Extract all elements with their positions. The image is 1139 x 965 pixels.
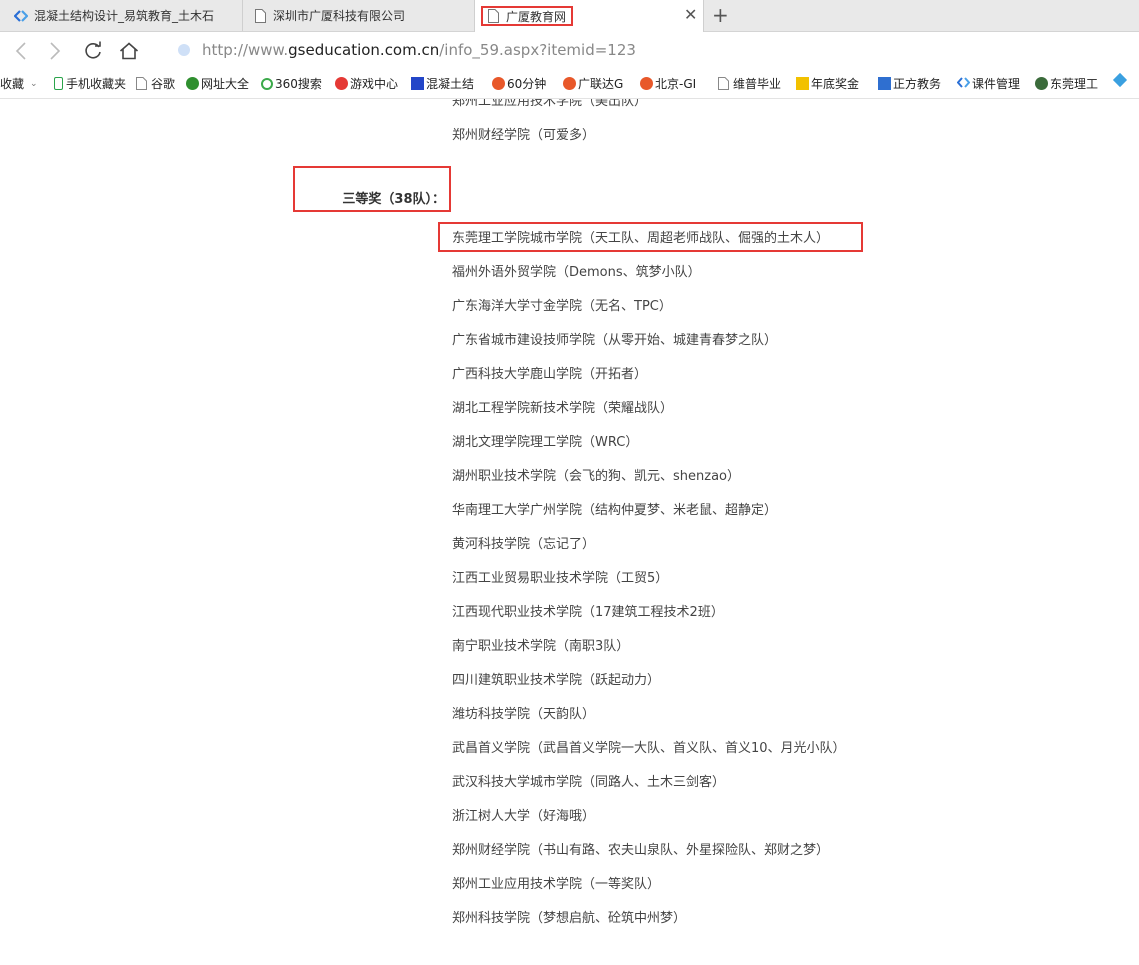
bookmark-glodon[interactable]: 广联达G (563, 75, 623, 92)
bookmark-concrete[interactable]: 混凝土结 (411, 75, 474, 92)
bookmark-favorites[interactable]: 收藏 ⌄ (0, 75, 38, 92)
flame-icon (640, 77, 653, 90)
site-info-icon[interactable] (178, 44, 190, 56)
school-seal-icon (1035, 77, 1048, 90)
flame-icon (563, 77, 576, 90)
diamond-icon (1112, 72, 1128, 88)
url-path: /info_59.aspx?itemid=123 (439, 41, 636, 59)
list-item-partial: 郑州工业应用技术学院（美出队） (452, 99, 648, 109)
list-item: 郑州财经学院（可爱多） (452, 128, 596, 143)
bookmark-dgut[interactable]: 东莞理工 (1035, 75, 1098, 92)
forward-icon[interactable] (44, 40, 66, 62)
list-item: 广东海洋大学寸金学院（无名、TPC） (452, 299, 672, 314)
page-icon (486, 9, 500, 23)
bookmark-games[interactable]: 游戏中心 (335, 75, 398, 92)
tab-title: 深圳市广厦科技有限公司 (273, 9, 406, 23)
tab-2[interactable]: 深圳市广厦科技有限公司 (242, 0, 474, 31)
list-item: 广西科技大学鹿山学院（开拓者） (452, 367, 648, 382)
bookmark-mobile[interactable]: 手机收藏夹 (54, 75, 126, 92)
chevron-logo-icon (956, 77, 971, 90)
tab-3-active[interactable]: 广厦教育网 (474, 0, 704, 32)
list-item: 郑州工业应用技术学院（一等奖队） (452, 877, 661, 892)
award-heading: 三等奖（38队）： (342, 192, 445, 207)
list-item: 江西工业贸易职业技术学院（工贸5） (452, 571, 669, 586)
page-icon (718, 77, 731, 90)
tab-title: 广厦教育网 (506, 9, 567, 24)
home-icon[interactable] (118, 40, 140, 62)
list-item: 湖州职业技术学院（会飞的狗、凯元、shenzao） (452, 469, 740, 484)
bookmark-bonus[interactable]: 年底奖金 (796, 75, 859, 92)
chevron-logo-icon (14, 9, 28, 23)
bonus-icon (796, 77, 809, 90)
list-item: 福州外语外贸学院（Demons、筑梦小队） (452, 265, 701, 280)
bookmark-courseware[interactable]: 课件管理 (956, 75, 1020, 92)
phone-icon (54, 77, 63, 90)
chevron-down-icon: ⌄ (30, 78, 38, 89)
address-bar: http://www.gseducation.com.cn/info_59.as… (0, 32, 1139, 68)
list-item: 郑州科技学院（梦想启航、砼筑中州梦） (452, 911, 687, 926)
tab-highlight-box: 广厦教育网 (481, 6, 574, 26)
tab-title: 混凝土结构设计_易筑教育_土木石 (34, 9, 215, 23)
list-item: 湖北工程学院新技术学院（荣耀战队） (452, 401, 674, 416)
bookmark-vip[interactable]: 维普毕业 (718, 75, 781, 92)
bookmark-beijing[interactable]: 北京-GI (640, 75, 696, 92)
close-tab-icon[interactable]: ✕ (684, 7, 697, 23)
bookmark-360search[interactable]: 360搜索 (261, 75, 322, 92)
list-item: 华南理工大学广州学院（结构仲夏梦、米老鼠、超静定） (452, 503, 778, 518)
bookmark-hao[interactable]: 网址大全 (186, 75, 249, 92)
new-tab-icon[interactable]: + (712, 4, 729, 26)
list-item: 潍坊科技学院（天韵队） (452, 707, 596, 722)
list-item: 四川建筑职业技术学院（跃起动力） (452, 673, 661, 688)
page-content: 郑州工业应用技术学院（美出队） 郑州财经学院（可爱多） 三等奖（38队）： 东莞… (0, 99, 1139, 965)
ring-icon (261, 77, 273, 90)
list-item: 南宁职业技术学院（南职3队） (452, 639, 630, 654)
cube-icon (878, 77, 891, 90)
list-item: 武昌首义学院（武昌首义学院一大队、首义队、首义10、月光小队） (452, 741, 846, 756)
bookmark-60min[interactable]: 60分钟 (492, 75, 546, 92)
site-logo-icon (411, 77, 424, 90)
list-item: 江西现代职业技术学院（17建筑工程技术2班） (452, 605, 724, 620)
list-item: 东莞理工学院城市学院（天工队、周超老师战队、倔强的土木人） (452, 231, 830, 246)
globe-icon (186, 77, 199, 90)
game-icon (335, 77, 348, 90)
list-item: 广东省城市建设技师学院（从零开始、城建青春梦之队） (452, 333, 778, 348)
list-item: 浙江树人大学（好海哦） (452, 809, 596, 824)
list-item: 武汉科技大学城市学院（同路人、土木三剑客） (452, 775, 726, 790)
list-item: 湖北文理学院理工学院（WRC） (452, 435, 639, 450)
list-item: 黄河科技学院（忘记了） (452, 537, 596, 552)
tab-1[interactable]: 混凝土结构设计_易筑教育_土木石 (14, 0, 226, 31)
page-icon (253, 8, 267, 23)
url-prefix: http://www. (202, 41, 289, 59)
reload-icon[interactable] (82, 40, 104, 62)
list-item: 郑州财经学院（书山有路、农夫山泉队、外星探险队、郑财之梦） (452, 843, 830, 858)
bookmark-overflow[interactable] (1112, 72, 1128, 88)
award-highlight-box: 三等奖（38队）： (293, 166, 451, 212)
tab-bar: 混凝土结构设计_易筑教育_土木石 深圳市广厦科技有限公司 广厦教育网 ✕ + (0, 0, 1139, 32)
page-icon (136, 77, 149, 90)
url-domain: gseducation.com.cn (288, 41, 440, 59)
flame-icon (492, 77, 505, 90)
bookmark-zhengfang[interactable]: 正方教务 (878, 75, 941, 92)
back-icon[interactable] (10, 40, 32, 62)
bookmark-google[interactable]: 谷歌 (136, 75, 175, 92)
url-field[interactable]: http://www.gseducation.com.cn/info_59.as… (178, 41, 636, 59)
bookmarks-bar: 收藏 ⌄ 手机收藏夹 谷歌 网址大全 360搜索 游戏中心 混凝土结 60分钟 广… (0, 68, 1139, 99)
